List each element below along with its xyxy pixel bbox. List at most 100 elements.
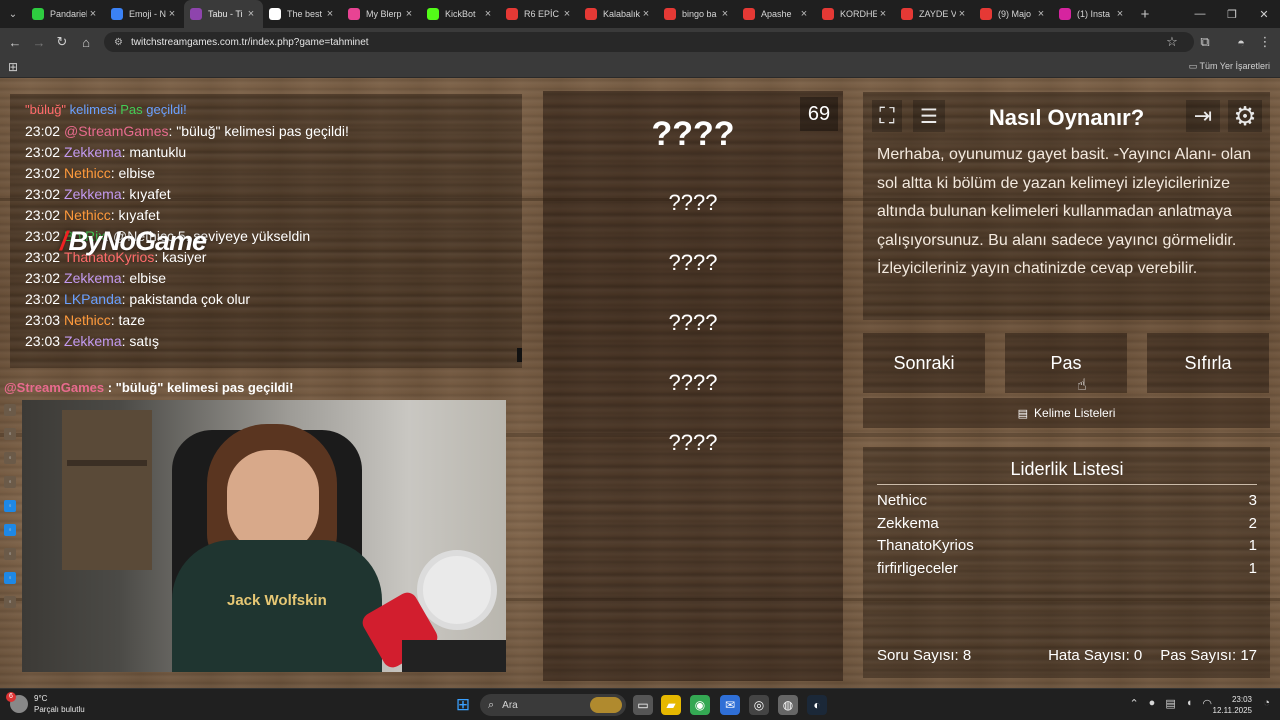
browser-tab[interactable]: Kalabalık × [579,0,658,28]
notification-bell-icon[interactable]: ◔ [1263,697,1270,709]
chat-username[interactable]: @StreamGames [64,123,168,139]
all-bookmarks-folder[interactable]: ▭ Tüm Yer İşaretleri [1189,61,1270,72]
chat-username[interactable]: Nethicc [64,312,111,328]
task-view-icon[interactable]: ▭ [633,695,653,715]
language-icon[interactable]: ▤ [1165,697,1175,710]
steam-icon[interactable]: ◐ [807,695,827,715]
file-explorer-icon[interactable]: ▰ [661,695,681,715]
forward-icon[interactable]: → [30,33,48,51]
browser-tab[interactable]: (1) Insta × [1053,0,1132,28]
tab-close-icon[interactable]: × [561,8,573,20]
side-icon[interactable]: ◦ [4,572,16,584]
chat-timestamp: 23:02 [25,186,61,202]
side-icon[interactable]: ◦ [4,428,16,440]
windows-start-icon[interactable]: ⊞ [454,696,472,714]
address-bar[interactable]: ⚙ twitchstreamgames.com.tr/index.php?gam… [104,32,1194,52]
chat-username[interactable]: Zekkema [64,186,122,202]
tab-close-icon[interactable]: × [719,8,731,20]
side-icon[interactable]: ◦ [4,596,16,608]
bookmark-star-icon[interactable]: ☆ [1163,33,1181,51]
tab-close-icon[interactable]: × [1035,8,1047,20]
side-icon[interactable]: ◦ [4,404,16,416]
settings-gear-icon[interactable]: ⚙ [1228,100,1262,132]
browser-tab[interactable]: My Blerp × [342,0,421,28]
chat-scrollbar[interactable] [517,348,522,362]
minimize-icon[interactable]: — [1184,0,1216,28]
volume-icon[interactable]: ◖ [1186,697,1193,710]
chat-message: 23:03 Nethicc: taze [25,310,507,331]
player-name: Nethicc [877,492,928,509]
browser-tab[interactable]: (9) Majo × [974,0,1053,28]
tab-close-icon[interactable]: × [324,8,336,20]
chat-username[interactable]: Zekkema [64,333,122,349]
mail-app-icon[interactable]: ✉ [720,695,740,715]
reload-icon[interactable]: ↻ [53,33,71,51]
next-button[interactable]: Sonraki [863,333,985,393]
browser-tab[interactable]: ZAYDE V × [895,0,974,28]
browser-tab[interactable]: bingo ba × [658,0,737,28]
extensions-icon[interactable]: ⧉ [1196,33,1214,51]
site-info-icon[interactable]: ⚙ [114,37,123,48]
microphone-tray-icon[interactable]: ● [1149,697,1156,710]
new-tab-button[interactable]: + [1132,6,1158,23]
browser-tab[interactable]: Emoji - N × [105,0,184,28]
tab-close-icon[interactable]: × [245,8,257,20]
browser-tab[interactable]: Tabu - Ti × [184,0,263,28]
home-icon[interactable]: ⌂ [77,33,95,51]
tab-close-icon[interactable]: × [87,8,99,20]
chat-timestamp: 23:03 [25,333,61,349]
taskbar-search[interactable]: ⌕ Ara [480,694,626,716]
bynogame-logo-icon: / [60,226,67,256]
browser-tab[interactable]: KORDHE × [816,0,895,28]
chat-username[interactable]: LKPanda [64,291,122,307]
document-icon[interactable]: ☰ [913,100,945,132]
tab-close-icon[interactable]: × [1114,8,1126,20]
exit-icon[interactable]: ⇥ [1186,100,1220,132]
fullscreen-icon[interactable]: ⛶ [872,100,902,132]
chat-username[interactable]: Zekkema [64,144,122,160]
menu-icon[interactable]: ⋮ [1256,33,1274,51]
apps-grid-icon[interactable]: ⊞ [8,60,18,74]
tab-favicon-icon [585,8,597,20]
browser-tab[interactable]: Pandariel × [26,0,105,28]
chat-username[interactable]: Zekkema [64,270,122,286]
word-lists-button[interactable]: ▤ Kelime Listeleri [863,398,1270,428]
chrome-icon[interactable]: ◉ [690,695,710,715]
tab-favicon-icon [664,8,676,20]
weather-widget[interactable]: 6 9°C Parçalı bulutlu [6,692,85,715]
tab-close-icon[interactable]: × [403,8,415,20]
browser-tab[interactable]: The best × [263,0,342,28]
chat-text: : pakistanda çok olur [121,291,251,307]
pass-button[interactable]: Pas [1005,333,1127,393]
side-icon[interactable]: ◦ [4,524,16,536]
restore-icon[interactable]: ❐ [1216,0,1248,28]
tab-close-icon[interactable]: × [798,8,810,20]
leaderboard-row: Nethicc 3 [877,490,1257,513]
tab-close-icon[interactable]: × [640,8,652,20]
chat-timestamp: 23:03 [25,312,61,328]
network-icon[interactable]: ◠ [1202,697,1212,710]
back-icon[interactable]: ← [6,33,24,51]
taskbar-clock[interactable]: 23:03 12.11.2025 [1213,694,1252,716]
tab-search-dropdown-icon[interactable]: ⌄ [0,0,26,28]
reset-button[interactable]: Sıfırla [1147,333,1269,393]
tab-close-icon[interactable]: × [166,8,178,20]
side-icon[interactable]: ◦ [4,452,16,464]
browser-tab[interactable]: Apashe × [737,0,816,28]
discord-app-icon[interactable]: ◎ [749,695,769,715]
side-icon[interactable]: ◦ [4,548,16,560]
chat-username[interactable]: Nethicc [64,165,111,181]
tab-favicon-icon [506,8,518,20]
tab-close-icon[interactable]: × [877,8,889,20]
app-icon[interactable]: ◍ [778,695,798,715]
browser-tab[interactable]: KickBot × [421,0,500,28]
chat-username[interactable]: Nethicc [64,207,111,223]
profile-icon[interactable]: ◓ [1232,33,1250,51]
tab-close-icon[interactable]: × [482,8,494,20]
tray-chevron-icon[interactable]: ⌃ [1129,697,1138,710]
tab-close-icon[interactable]: × [956,8,968,20]
side-icon[interactable]: ◦ [4,476,16,488]
side-icon[interactable]: ◦ [4,500,16,512]
close-window-icon[interactable]: ✕ [1248,0,1280,28]
browser-tab[interactable]: R6 EPİC × [500,0,579,28]
